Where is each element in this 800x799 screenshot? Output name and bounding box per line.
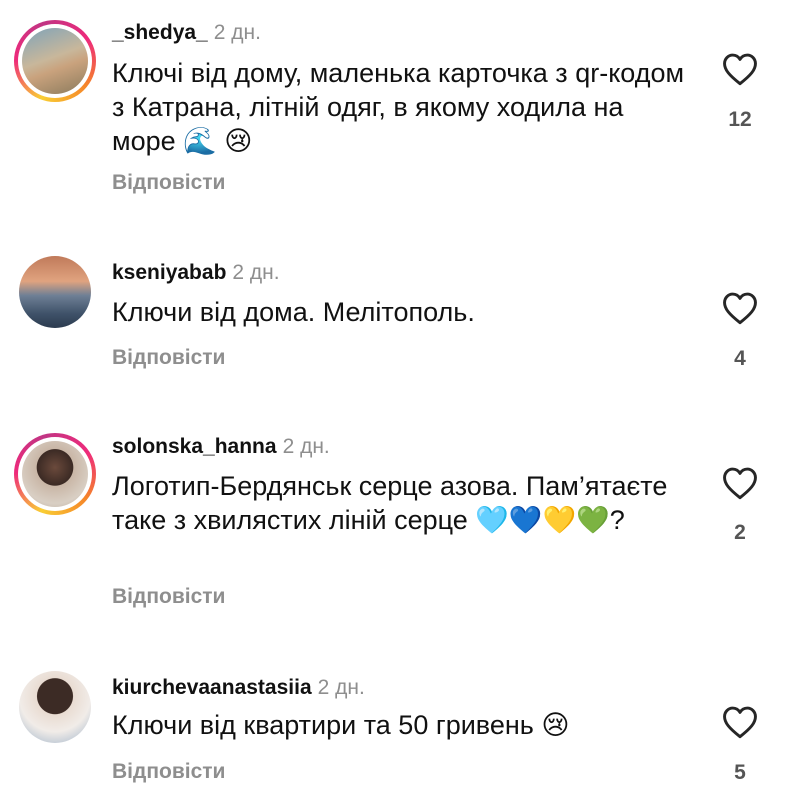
comment-time: 2 дн.	[282, 435, 330, 458]
like-count: 2	[734, 521, 746, 544]
comment-text: Логотип-Бердянськ серце азова. Пам’ятаєт…	[112, 471, 668, 535]
avatar-story-ring[interactable]	[14, 20, 96, 102]
reply-button[interactable]: Відповісти	[112, 171, 225, 195]
comment-username[interactable]: _shedya_	[112, 21, 208, 44]
like-count: 5	[734, 761, 746, 784]
avatar-container[interactable]	[14, 666, 96, 748]
comment-time: 2 дн.	[232, 261, 280, 284]
avatar	[22, 28, 88, 94]
reply-button[interactable]: Відповісти	[112, 760, 225, 784]
comment-text: Ключі від дому, маленька карточка з qr-к…	[112, 58, 685, 156]
comment-text: Ключи від квартири та 50 гривень 😢	[112, 710, 570, 740]
like-count: 12	[728, 108, 752, 131]
reply-button[interactable]: Відповісти	[112, 585, 225, 609]
heart-outline-icon[interactable]	[721, 291, 759, 325]
comment-username[interactable]: kseniyabab	[112, 261, 226, 284]
heart-outline-icon[interactable]	[721, 705, 759, 739]
avatar-story-ring[interactable]	[14, 433, 96, 515]
comment-time: 2 дн.	[317, 676, 365, 699]
comment-time: 2 дн.	[213, 21, 261, 44]
reply-button[interactable]: Відповісти	[112, 346, 225, 370]
comment-username[interactable]: kiurchevaanastasiia	[112, 676, 312, 699]
like-count: 4	[734, 347, 746, 370]
avatar-container[interactable]	[14, 251, 96, 333]
heart-outline-icon[interactable]	[721, 466, 759, 500]
avatar	[19, 256, 91, 328]
avatar	[22, 441, 88, 507]
comment-username[interactable]: solonska_hanna	[112, 435, 277, 458]
heart-outline-icon[interactable]	[721, 52, 759, 86]
avatar	[19, 671, 91, 743]
comment-text: Ключи від дома. Мелітополь.	[112, 297, 475, 327]
